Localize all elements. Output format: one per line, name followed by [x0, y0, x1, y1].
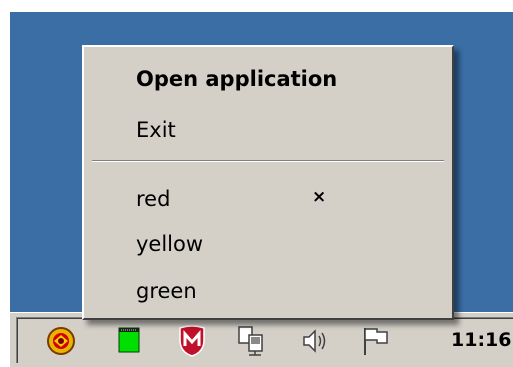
mcafee-shield-icon[interactable] [174, 324, 210, 358]
open-application-menu-item[interactable]: Open application [136, 63, 444, 95]
taskbar: 11:16 [10, 312, 513, 367]
menu-separator [92, 160, 444, 162]
context-menu: Open application Exit red × yellow green [82, 45, 454, 320]
action-center-flag-icon[interactable] [357, 324, 393, 358]
green-menu-item[interactable]: green [136, 275, 444, 307]
red-menu-item[interactable]: red × [136, 183, 444, 215]
checkmark-icon: × [312, 187, 327, 207]
mcafee-agent-icon[interactable] [43, 324, 79, 358]
green-app-icon[interactable] [111, 324, 147, 358]
red-menu-item-label: red [136, 187, 171, 211]
yellow-menu-item[interactable]: yellow [136, 228, 444, 260]
notification-area: 11:16 [16, 317, 513, 363]
clock[interactable]: 11:16 [451, 329, 511, 351]
volume-icon[interactable] [297, 324, 333, 358]
exit-menu-item[interactable]: Exit [136, 114, 444, 146]
network-icon[interactable] [235, 324, 271, 358]
